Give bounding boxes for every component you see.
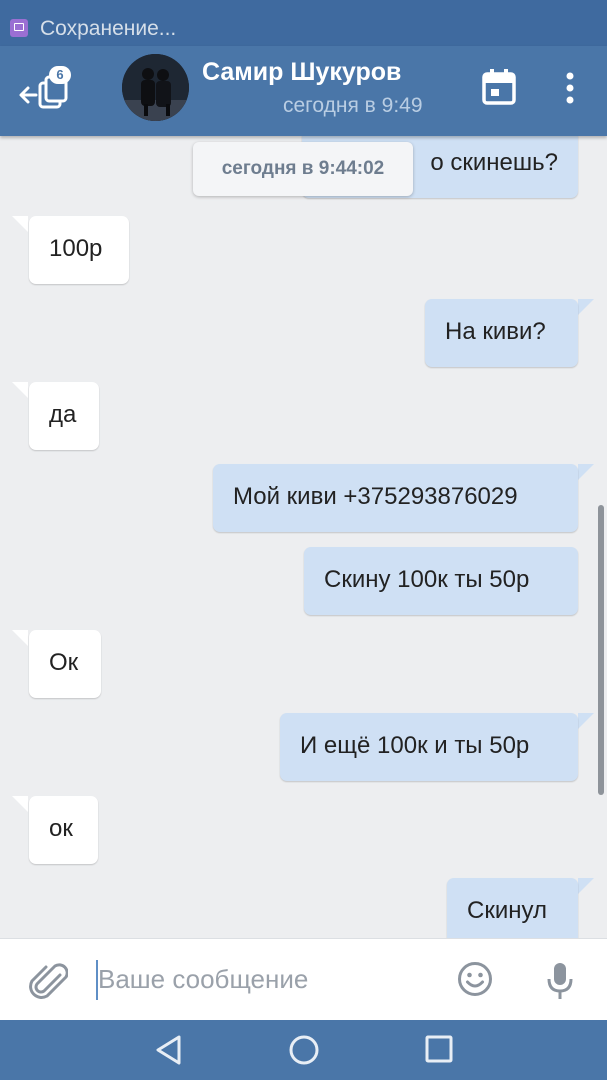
image-icon: [10, 19, 28, 37]
nav-recents-square-icon: [425, 1035, 453, 1063]
bubble-tail: [578, 464, 594, 480]
bubble-tail: [578, 713, 594, 729]
mic-button[interactable]: [546, 959, 574, 1003]
date-pill: сегодня в 9:44:02: [193, 142, 413, 196]
emoji-button[interactable]: [457, 961, 493, 997]
contact-name[interactable]: Самир Шукуров: [202, 58, 401, 87]
paperclip-icon: [29, 963, 69, 999]
unread-badge: 6: [49, 66, 71, 84]
status-text: Сохранение...: [40, 17, 177, 40]
message-bubble-in[interactable]: 100р: [29, 216, 129, 284]
scrollbar[interactable]: [598, 505, 604, 795]
message-bubble-out[interactable]: На киви?: [425, 299, 578, 367]
nav-back-triangle-icon: [156, 1035, 181, 1065]
message-bubble-out[interactable]: Мой киви +375293876029: [213, 464, 578, 532]
message-bubble-out[interactable]: И ещё 100к и ты 50р: [280, 713, 578, 781]
smiley-icon: [458, 962, 492, 996]
message-text: да: [49, 401, 77, 428]
nav-back-button[interactable]: [154, 1034, 184, 1066]
message-composer: [0, 938, 607, 1020]
microphone-icon: [547, 963, 573, 999]
message-text: о скинешь?: [430, 149, 558, 176]
last-seen-status: сегодня в 9:49: [283, 94, 423, 117]
status-bar: Сохранение...: [0, 0, 607, 46]
bubble-tail: [12, 216, 28, 232]
message-text: И ещё 100к и ты 50р: [300, 732, 530, 759]
message-text: Скинул: [467, 897, 547, 924]
message-text: Ок: [49, 649, 79, 676]
message-text: ок: [49, 815, 73, 842]
system-nav-bar: [0, 1020, 607, 1080]
more-button[interactable]: [555, 68, 585, 108]
message-bubble-in[interactable]: да: [29, 382, 99, 450]
nav-home-button[interactable]: [288, 1034, 320, 1066]
message-bubble-in[interactable]: Ок: [29, 630, 101, 698]
nav-home-circle-icon: [289, 1035, 319, 1065]
message-bubble-out[interactable]: Скину 100к ты 50р: [304, 547, 578, 615]
more-vertical-icon: [566, 72, 574, 104]
bubble-tail: [12, 630, 28, 646]
message-text: Скину 100к ты 50р: [324, 566, 530, 593]
nav-recents-button[interactable]: [425, 1035, 453, 1063]
avatar[interactable]: [122, 54, 189, 121]
bubble-tail: [12, 382, 28, 398]
attach-button[interactable]: [28, 959, 69, 1003]
avatar-photo: [122, 54, 189, 121]
message-bubble-in[interactable]: ок: [29, 796, 98, 864]
bubble-tail: [578, 299, 594, 315]
calendar-icon: [482, 69, 516, 105]
message-text: На киви?: [445, 318, 546, 345]
message-bubble-out[interactable]: Скинул: [447, 878, 578, 938]
calendar-button[interactable]: [480, 67, 518, 107]
message-text: 100р: [49, 235, 103, 262]
message-input[interactable]: [98, 953, 438, 1005]
message-list[interactable]: сегодня в 9:44:02 о скинешь? 100р На кив…: [0, 136, 607, 938]
bubble-tail: [578, 878, 594, 894]
bubble-tail: [12, 796, 28, 812]
message-text: Мой киви +375293876029: [233, 483, 518, 510]
